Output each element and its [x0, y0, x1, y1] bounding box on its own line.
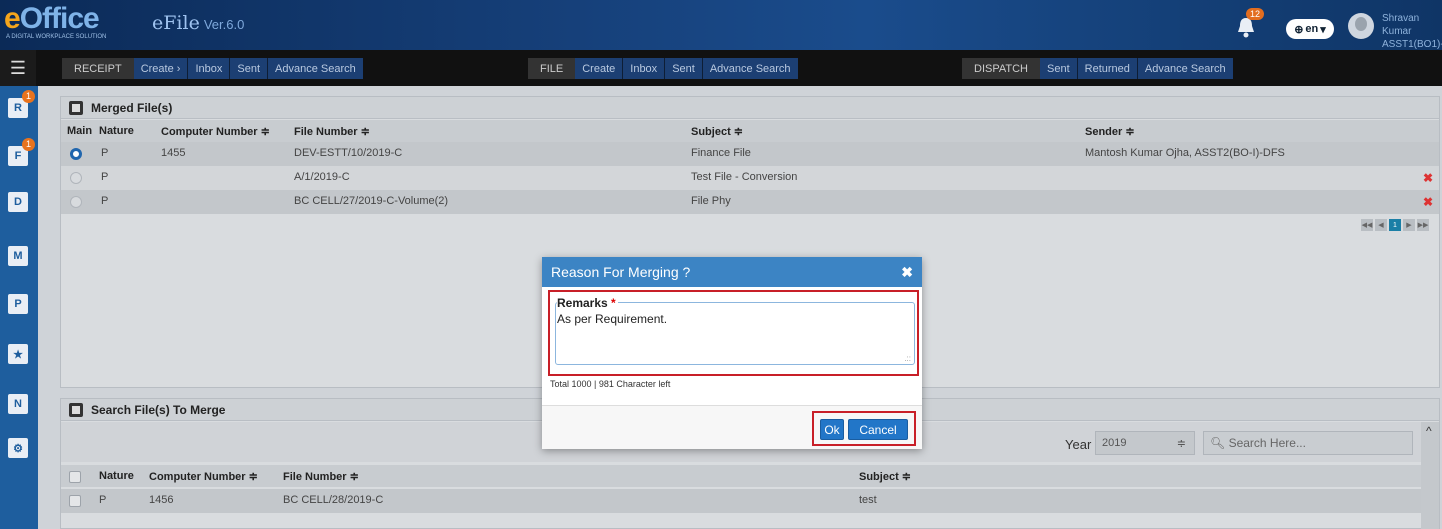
col-file-number[interactable]: File Number ≑: [283, 470, 359, 483]
year-label: Year: [1065, 437, 1092, 452]
sidebar-tasks-icon[interactable]: ★: [6, 342, 32, 366]
remove-icon[interactable]: ✖: [1423, 195, 1433, 209]
remarks-textarea[interactable]: As per Requirement.: [557, 312, 667, 326]
nav-dispatch-group: DISPATCH Sent Returned Advance Search: [962, 58, 1233, 79]
main-radio[interactable]: [70, 172, 82, 184]
nav-receipt-sent[interactable]: Sent: [230, 58, 268, 79]
dialog-footer: Ok Cancel: [542, 405, 922, 449]
search-input[interactable]: 🔍︎ Search Here...: [1203, 431, 1413, 455]
app-name: eFile: [152, 12, 200, 34]
merged-files-header: Merged File(s): [61, 97, 1439, 119]
col-main: Main: [67, 125, 93, 137]
nav-receipt-head[interactable]: RECEIPT: [62, 58, 134, 79]
prev-page-icon[interactable]: ◀: [1375, 219, 1387, 231]
remarks-field[interactable]: Remarks * As per Requirement. .::: [555, 296, 915, 365]
table-row[interactable]: P 1456 BC CELL/28/2019-C test: [61, 489, 1421, 513]
col-nature[interactable]: Nature: [99, 125, 134, 137]
left-sidebar: R1 F1 D M P ★ N ⚙: [0, 86, 38, 529]
panel-title: Merged File(s): [91, 100, 173, 115]
table-row[interactable]: P BC CELL/27/2019-C-Volume(2) File Phy ✖: [61, 190, 1439, 214]
eoffice-logo: eOffice A DIGITAL WORKPLACE SOLUTION: [4, 2, 107, 41]
language-label: en: [1305, 23, 1319, 35]
search-icon: 🔍︎: [1210, 436, 1226, 450]
next-page-icon[interactable]: ▶: [1403, 219, 1415, 231]
buttons-highlight: Ok Cancel: [812, 411, 916, 446]
language-selector[interactable]: ⊕ en ▾: [1286, 19, 1334, 39]
nav-dispatch-advance-search[interactable]: Advance Search: [1137, 58, 1233, 79]
app-title: eFile Ver.6.0: [152, 12, 244, 34]
nav-file-head[interactable]: FILE: [528, 58, 576, 79]
ok-button[interactable]: Ok: [820, 419, 844, 440]
panel-title: Search File(s) To Merge: [91, 402, 226, 417]
year-select[interactable]: 2019 ≑: [1095, 431, 1195, 455]
col-nature[interactable]: Nature: [99, 470, 134, 482]
sidebar-settings-icon[interactable]: ⚙: [6, 436, 32, 460]
nav-receipt-inbox[interactable]: Inbox: [188, 58, 230, 79]
nav-receipt-advance-search[interactable]: Advance Search: [268, 58, 363, 79]
col-subject[interactable]: Subject ≑: [691, 125, 743, 138]
sidebar-dispatch-icon[interactable]: D: [6, 190, 32, 214]
cancel-button[interactable]: Cancel: [848, 419, 908, 440]
col-computer-number[interactable]: Computer Number ≑: [161, 125, 270, 138]
nav-receipt-create[interactable]: Create ›: [133, 58, 188, 79]
dialog-title: Reason For Merging ?: [551, 264, 691, 280]
file-badge: 1: [22, 138, 35, 151]
sidebar-receipt-icon[interactable]: R1: [6, 90, 35, 120]
vertical-scrollbar[interactable]: [1421, 422, 1439, 529]
col-file-number[interactable]: File Number ≑: [294, 125, 370, 138]
main-radio[interactable]: [70, 148, 82, 160]
receipt-badge: 1: [22, 90, 35, 103]
sidebar-notings-icon[interactable]: N: [6, 392, 32, 416]
hamburger-menu-icon[interactable]: ☰: [0, 50, 36, 86]
top-header: eOffice A DIGITAL WORKPLACE SOLUTION eFi…: [0, 0, 1442, 63]
table-row[interactable]: P 1455 DEV-ESTT/10/2019-C Finance File M…: [61, 142, 1439, 166]
close-icon[interactable]: ✖: [901, 264, 913, 281]
dialog-header: Reason For Merging ?: [542, 257, 922, 287]
col-computer-number[interactable]: Computer Number ≑: [149, 470, 258, 483]
nav-file-advance-search[interactable]: Advance Search: [702, 58, 798, 79]
user-name: Shravan Kumar: [1382, 13, 1420, 37]
nav-file-create[interactable]: Create: [575, 58, 623, 79]
nav-file-sent[interactable]: Sent: [665, 58, 702, 79]
logo-tagline: A DIGITAL WORKPLACE SOLUTION: [6, 34, 107, 40]
nav-dispatch-returned[interactable]: Returned: [1077, 58, 1137, 79]
table-row[interactable]: P A/1/2019-C Test File - Conversion ✖: [61, 166, 1439, 190]
current-page[interactable]: 1: [1389, 219, 1401, 231]
sidebar-merge-icon[interactable]: M: [6, 244, 32, 268]
remarks-label: Remarks *: [557, 296, 618, 310]
nav-dispatch-sent[interactable]: Sent: [1040, 58, 1077, 79]
sidebar-file-icon[interactable]: F1: [6, 138, 35, 168]
sort-arrows-icon: ≑: [1176, 438, 1186, 450]
resize-grip-icon[interactable]: .::: [904, 354, 911, 363]
last-page-icon[interactable]: ▶▶: [1417, 219, 1429, 231]
main-nav: ☰ RECEIPT Create › Inbox Sent Advance Se…: [0, 50, 1442, 86]
app-version: Ver.6.0: [203, 17, 245, 32]
reason-for-merging-dialog: Reason For Merging ? ✖ Remarks * As per …: [542, 257, 922, 449]
main-radio[interactable]: [70, 196, 82, 208]
globe-icon: ⊕: [1294, 23, 1304, 36]
col-sender[interactable]: Sender ≑: [1085, 125, 1135, 138]
sidebar-pdf-icon[interactable]: P: [6, 292, 32, 316]
merged-table-header: Main Nature Computer Number ≑ File Numbe…: [61, 120, 1439, 142]
nav-file-inbox[interactable]: Inbox: [623, 58, 665, 79]
col-subject[interactable]: Subject ≑: [859, 470, 911, 483]
nav-file-group: FILE Create Inbox Sent Advance Search: [528, 58, 798, 79]
chevron-down-icon: ▾: [1320, 23, 1326, 36]
nav-receipt-group: RECEIPT Create › Inbox Sent Advance Sear…: [62, 58, 363, 79]
row-checkbox[interactable]: [69, 495, 81, 507]
select-all-checkbox[interactable]: [69, 471, 81, 483]
file-icon: [69, 100, 83, 115]
remove-icon[interactable]: ✖: [1423, 171, 1433, 185]
pagination: ◀◀ ◀ 1 ▶ ▶▶: [1361, 219, 1429, 231]
first-page-icon[interactable]: ◀◀: [1361, 219, 1373, 231]
required-mark: *: [611, 296, 616, 310]
character-counter: Total 1000 | 981 Character left: [550, 379, 671, 389]
notification-badge: 12: [1246, 8, 1265, 20]
search-table-header: Nature Computer Number ≑ File Number ≑ S…: [61, 465, 1421, 487]
search-file-icon: [69, 402, 83, 417]
nav-dispatch-head[interactable]: DISPATCH: [962, 58, 1040, 79]
avatar[interactable]: [1348, 13, 1374, 39]
remarks-highlight: Remarks * As per Requirement. .::: [548, 290, 919, 376]
